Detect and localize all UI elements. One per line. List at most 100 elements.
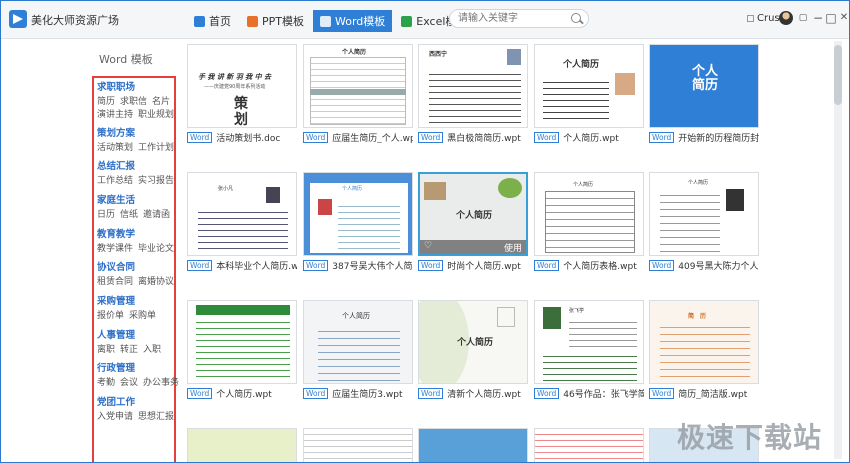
category-link[interactable]: 采购单 xyxy=(129,311,156,321)
template-thumbnail[interactable]: 个人简历 xyxy=(303,172,413,256)
category-title[interactable]: 人事管理 xyxy=(97,327,166,341)
category-title[interactable]: 总结汇报 xyxy=(97,158,179,172)
template-thumbnail[interactable] xyxy=(418,428,528,462)
template-thumbnail[interactable]: 个人简历 xyxy=(303,300,413,384)
use-button[interactable]: 使用 xyxy=(504,241,522,254)
category-link[interactable]: 活动策划 xyxy=(97,143,133,153)
template-card[interactable]: 张飞学 Word46号作品：张飞学简历.wpt xyxy=(534,300,644,399)
heart-icon[interactable]: ♡ xyxy=(424,241,432,251)
template-card[interactable]: 个人简历 Word开始新的历程简历封面.wpt xyxy=(649,44,759,143)
scrollbar-thumb[interactable] xyxy=(834,45,842,105)
template-thumbnail[interactable]: 个人简历 xyxy=(303,44,413,128)
template-card[interactable]: 个人简历 ♡ 使用 Word 时尚个人简历.wpt xyxy=(418,172,528,271)
scrollbar[interactable] xyxy=(834,41,842,459)
skin-icon[interactable]: ▢ xyxy=(796,11,810,25)
minimize-button[interactable]: − xyxy=(811,11,825,25)
template-name[interactable]: 46号作品：张飞学简历.wpt xyxy=(563,387,644,400)
category-link[interactable]: 入职 xyxy=(143,345,161,355)
template-thumbnail[interactable]: 简 历 xyxy=(649,300,759,384)
category-link[interactable]: 日历 xyxy=(97,210,115,220)
category-link[interactable]: 工作计划 xyxy=(138,143,174,153)
template-name[interactable]: 个人简历.wpt xyxy=(216,387,271,400)
category-link[interactable]: 办公事务 xyxy=(143,378,179,388)
category-link[interactable]: 租赁合同 xyxy=(97,277,133,287)
template-thumbnail[interactable]: 个人简历 xyxy=(649,172,759,256)
category-link[interactable]: 考勤 xyxy=(97,378,115,388)
template-thumbnail[interactable]: 西西宁 xyxy=(418,44,528,128)
template-name[interactable]: 开始新的历程简历封面.wpt xyxy=(678,131,759,144)
template-thumbnail[interactable]: 张小凡 xyxy=(187,172,297,256)
template-thumbnail[interactable] xyxy=(534,428,644,462)
template-name[interactable]: 黑白极简简历.wpt xyxy=(447,131,520,144)
template-name[interactable]: 个人简历.wpt xyxy=(563,131,618,144)
category-link[interactable]: 简历 xyxy=(97,97,115,107)
template-thumbnail[interactable] xyxy=(303,428,413,462)
category-title[interactable]: 教育教学 xyxy=(97,226,179,240)
template-card[interactable] xyxy=(303,428,413,462)
template-thumbnail[interactable]: 个人简历 xyxy=(534,44,644,128)
category-title[interactable]: 采购管理 xyxy=(97,293,161,307)
tab-ppt[interactable]: PPT模板 xyxy=(240,10,311,32)
category-link[interactable]: 报价单 xyxy=(97,311,124,321)
maximize-button[interactable]: □ xyxy=(824,11,838,25)
template-name[interactable]: 个人简历表格.wpt xyxy=(563,259,636,272)
template-card[interactable]: 张小凡 Word本科毕业个人简历.wpt xyxy=(187,172,297,271)
template-card[interactable]: 个人简历 Word 个人简历表格.wpt xyxy=(534,172,644,271)
template-name[interactable]: 简历_简洁版.wpt xyxy=(678,387,747,400)
category-link[interactable]: 演讲主持 xyxy=(97,110,133,120)
template-thumbnail[interactable]: 个人简历 xyxy=(649,44,759,128)
template-name[interactable]: 时尚个人简历.wpt xyxy=(447,259,520,272)
category-link[interactable]: 教学课件 xyxy=(97,244,133,254)
template-thumbnail[interactable]: 个人简历 xyxy=(418,300,528,384)
template-card[interactable]: 西西宁 Word 黑白极简简历.wpt xyxy=(418,44,528,143)
template-card[interactable]: 个人简历 Word387号吴大伟个人简历.wpt xyxy=(303,172,413,271)
category-title[interactable]: 求职职场 xyxy=(97,79,179,93)
category-link[interactable]: 信纸 xyxy=(120,210,138,220)
category-title[interactable]: 策划方案 xyxy=(97,125,179,139)
category-link[interactable]: 思想汇报 xyxy=(138,412,174,422)
search-icon[interactable] xyxy=(571,13,581,23)
template-card[interactable]: 手 我 讲 新 羽 我 中 去 ——庆建党90周年系列活动 策 划 Word 活动… xyxy=(187,44,297,143)
category-link[interactable]: 毕业论文 xyxy=(138,244,174,254)
template-card[interactable]: 个人简历 Word 应届生简历3.wpt xyxy=(303,300,413,399)
category-title[interactable]: 党团工作 xyxy=(97,394,179,408)
avatar[interactable] xyxy=(779,11,793,25)
template-name[interactable]: 活动策划书.doc xyxy=(216,131,280,144)
template-card[interactable] xyxy=(534,428,644,462)
template-name[interactable]: 409号黑大陈力个人简历.wpt xyxy=(678,259,759,272)
template-name[interactable]: 清新个人简历.wpt xyxy=(447,387,520,400)
category-title[interactable]: 家庭生活 xyxy=(97,192,175,206)
template-card[interactable] xyxy=(418,428,528,462)
category-link[interactable]: 名片 xyxy=(152,97,170,107)
category-link[interactable]: 转正 xyxy=(120,345,138,355)
checkbox-icon[interactable] xyxy=(747,15,754,22)
template-thumbnail[interactable]: 个人简历 xyxy=(534,172,644,256)
tab-home[interactable]: 首页 xyxy=(187,10,238,32)
category-title[interactable]: 协议合同 xyxy=(97,259,179,273)
category-link[interactable]: 职业规划 xyxy=(138,110,174,120)
template-thumbnail[interactable] xyxy=(187,428,297,462)
category-link[interactable]: 入党申请 xyxy=(97,412,133,422)
search-input[interactable] xyxy=(458,12,568,25)
template-card[interactable] xyxy=(187,428,297,462)
template-card[interactable]: 简 历 Word 简历_简洁版.wpt xyxy=(649,300,759,399)
category-link[interactable]: 离婚协议 xyxy=(138,277,174,287)
template-card[interactable]: 个人简历 Word 应届生简历_个人.wpt xyxy=(303,44,413,143)
template-card[interactable]: Word 个人简历.wpt xyxy=(187,300,297,399)
category-link[interactable]: 离职 xyxy=(97,345,115,355)
template-name[interactable]: 本科毕业个人简历.wpt xyxy=(216,259,297,272)
template-card[interactable]: 个人简历 Word409号黑大陈力个人简历.wpt xyxy=(649,172,759,271)
template-card[interactable]: 个人简历 Word 个人简历.wpt xyxy=(534,44,644,143)
category-link[interactable]: 邀请函 xyxy=(143,210,170,220)
category-link[interactable]: 求职信 xyxy=(120,97,147,107)
close-button[interactable]: ✕ xyxy=(837,11,849,25)
template-thumbnail[interactable] xyxy=(187,300,297,384)
template-name[interactable]: 应届生简历_个人.wpt xyxy=(332,131,413,144)
template-name[interactable]: 应届生简历3.wpt xyxy=(332,387,402,400)
template-card[interactable]: 个人简历 Word 清新个人简历.wpt xyxy=(418,300,528,399)
template-thumbnail[interactable]: 个人简历 ♡ 使用 xyxy=(418,172,528,256)
category-link[interactable]: 工作总结 xyxy=(97,176,133,186)
template-name[interactable]: 387号吴大伟个人简历.wpt xyxy=(332,259,413,272)
category-link[interactable]: 会议 xyxy=(120,378,138,388)
template-thumbnail[interactable]: 手 我 讲 新 羽 我 中 去 ——庆建党90周年系列活动 策 划 xyxy=(187,44,297,128)
